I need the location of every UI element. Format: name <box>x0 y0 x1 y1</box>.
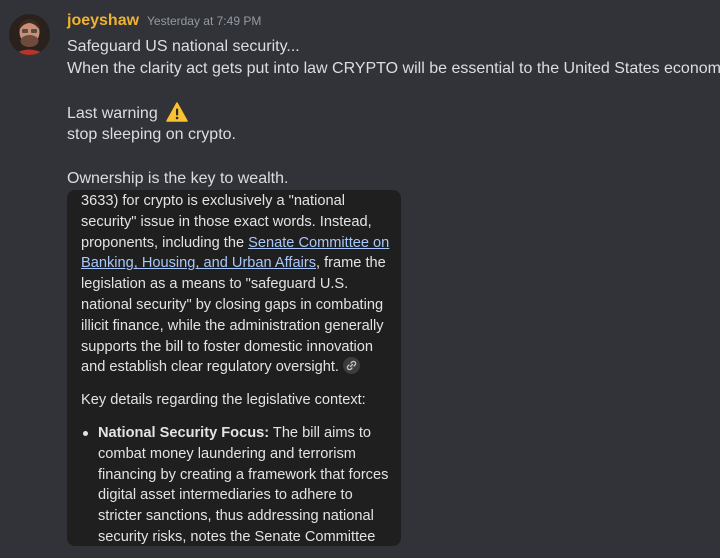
message-header: joeyshaw Yesterday at 7:49 PM <box>67 12 261 34</box>
screenshot-content: 3633) for crypto is exclusively a "natio… <box>81 191 393 546</box>
message-content: Safeguard US national security... When t… <box>67 36 720 190</box>
embed-text: , frame the legislation as a means to "s… <box>81 255 386 376</box>
embed-paragraph: Key details regarding the legislative co… <box>81 392 366 409</box>
link-icon[interactable] <box>342 357 360 375</box>
list-item: National Security Focus: The bill aims t… <box>83 423 393 546</box>
message-line: Safeguard US national security... <box>67 38 300 55</box>
username[interactable]: joeyshaw <box>67 12 139 30</box>
avatar[interactable] <box>9 14 50 55</box>
embed-paragraph: 3633) for crypto is exclusively a "natio… <box>81 191 393 378</box>
message-line: stop sleeping on crypto. <box>67 126 236 143</box>
attached-screenshot[interactable]: 3633) for crypto is exclusively a "natio… <box>67 190 401 546</box>
message-line: Ownership is the key to wealth. <box>67 170 289 187</box>
warning-icon <box>166 102 188 122</box>
avatar-image <box>9 14 50 55</box>
bullet-text: The bill aims to combat money laundering… <box>98 424 389 545</box>
message-line: When the clarity act gets put into law C… <box>67 60 720 77</box>
message-line-text: Last warning <box>67 105 158 122</box>
timestamp[interactable]: Yesterday at 7:49 PM <box>147 14 261 28</box>
bullet-list: National Security Focus: The bill aims t… <box>81 423 393 546</box>
chat-message: joeyshaw Yesterday at 7:49 PM Safeguard … <box>0 0 720 558</box>
message-line: Last warning <box>67 102 717 124</box>
bullet-heading: National Security Focus: <box>98 424 270 441</box>
